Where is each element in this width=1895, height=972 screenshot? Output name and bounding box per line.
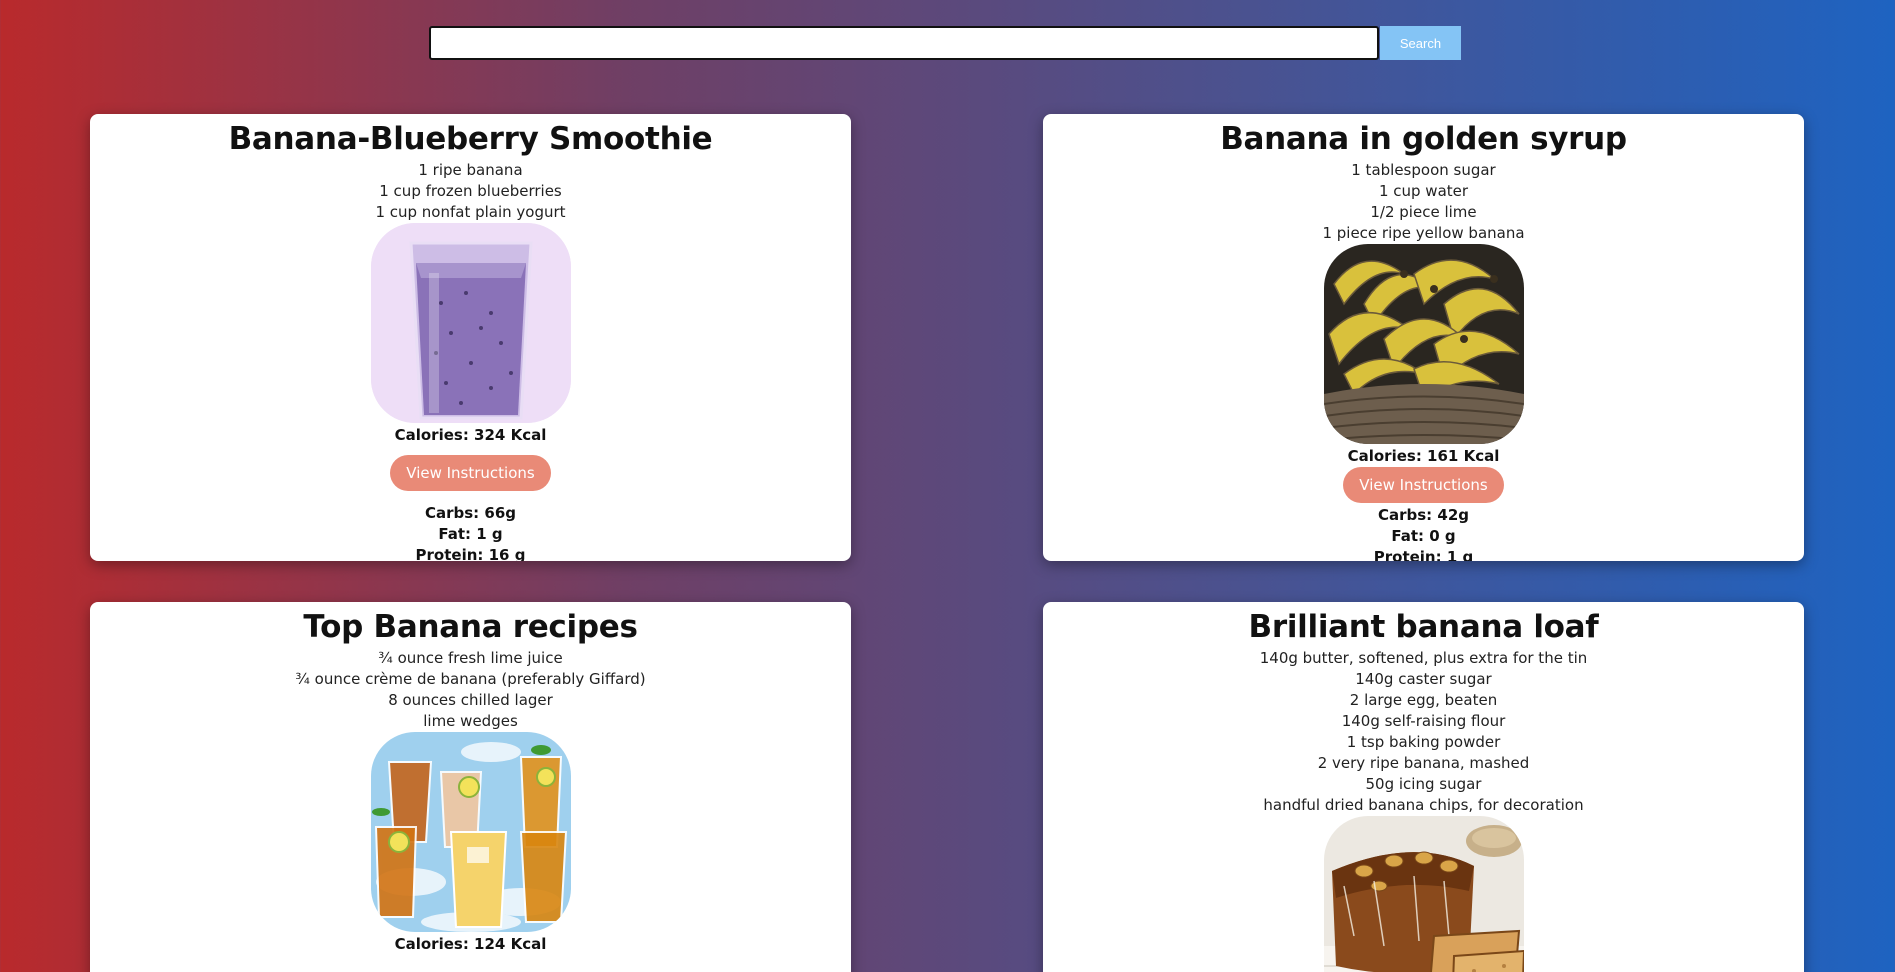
recipe-image-smoothie xyxy=(370,223,571,423)
ingredient-item: 2 large egg, beaten xyxy=(1349,691,1498,709)
calories-label: Calories: 124 Kcal xyxy=(394,935,547,953)
ingredient-item: 1 tablespoon sugar xyxy=(1351,161,1496,179)
ingredient-item: 2 very ripe banana, mashed xyxy=(1317,754,1530,772)
ingredient-item: ¾ ounce crème de banana (preferably Giff… xyxy=(295,670,646,688)
ingredient-item: 1 ripe banana xyxy=(418,161,523,179)
calories-label: Calories: 161 Kcal xyxy=(1347,447,1500,465)
protein-label: Protein: 16 g xyxy=(415,546,526,561)
ingredient-item: 140g caster sugar xyxy=(1355,670,1492,688)
view-instructions-button[interactable]: View Instructions xyxy=(390,455,551,491)
search-bar: Search xyxy=(429,26,1461,62)
ingredient-item: 140g butter, softened, plus extra for th… xyxy=(1259,649,1588,667)
recipe-image-bananas xyxy=(1323,244,1524,444)
recipe-card: Brilliant banana loaf 140g butter, softe… xyxy=(1043,602,1804,972)
recipe-title: Top Banana recipes xyxy=(303,609,638,645)
ingredient-list: ¾ ounce fresh lime juice ¾ ounce crème d… xyxy=(90,648,851,732)
ingredient-list: 140g butter, softened, plus extra for th… xyxy=(1043,648,1804,816)
ingredient-item: 50g icing sugar xyxy=(1365,775,1482,793)
recipe-title: Banana-Blueberry Smoothie xyxy=(228,121,713,157)
ingredient-item: 1 cup frozen blueberries xyxy=(379,182,562,200)
ingredient-item: handful dried banana chips, for decorati… xyxy=(1263,796,1584,814)
ingredient-list: 1 ripe banana 1 cup frozen blueberries 1… xyxy=(90,160,851,223)
recipe-card: Banana in golden syrup 1 tablespoon suga… xyxy=(1043,114,1804,561)
search-input[interactable] xyxy=(429,26,1379,60)
ingredient-item: 1/2 piece lime xyxy=(1370,203,1477,221)
view-instructions-button[interactable]: View Instructions xyxy=(1343,467,1504,503)
search-button[interactable]: Search xyxy=(1380,26,1461,60)
recipe-title: Brilliant banana loaf xyxy=(1248,609,1599,645)
fat-label: Fat: 1 g xyxy=(438,525,503,543)
ingredient-item: 1 cup water xyxy=(1378,182,1469,200)
recipe-title: Banana in golden syrup xyxy=(1220,121,1627,157)
protein-label: Protein: 1 g xyxy=(1373,548,1474,561)
carbs-label: Carbs: 66g xyxy=(424,504,517,522)
recipe-card: Top Banana recipes ¾ ounce fresh lime ju… xyxy=(90,602,851,972)
ingredient-item: 1 cup nonfat plain yogurt xyxy=(375,203,566,221)
ingredient-item: 1 tsp baking powder xyxy=(1346,733,1501,751)
ingredient-item: lime wedges xyxy=(423,712,518,730)
recipe-card: Banana-Blueberry Smoothie 1 ripe banana … xyxy=(90,114,851,561)
fat-label: Fat: 0 g xyxy=(1391,527,1456,545)
carbs-label: Carbs: 42g xyxy=(1377,506,1470,524)
recipe-image-banana-loaf xyxy=(1323,816,1524,972)
ingredient-item: 1 piece ripe yellow banana xyxy=(1322,224,1525,242)
calories-label: Calories: 324 Kcal xyxy=(394,426,547,444)
ingredient-list: 1 tablespoon sugar 1 cup water 1/2 piece… xyxy=(1043,160,1804,244)
ingredient-item: 140g self-raising flour xyxy=(1341,712,1506,730)
ingredient-item: ¾ ounce fresh lime juice xyxy=(378,649,563,667)
recipe-image-drinks xyxy=(370,732,571,932)
ingredient-item: 8 ounces chilled lager xyxy=(388,691,553,709)
